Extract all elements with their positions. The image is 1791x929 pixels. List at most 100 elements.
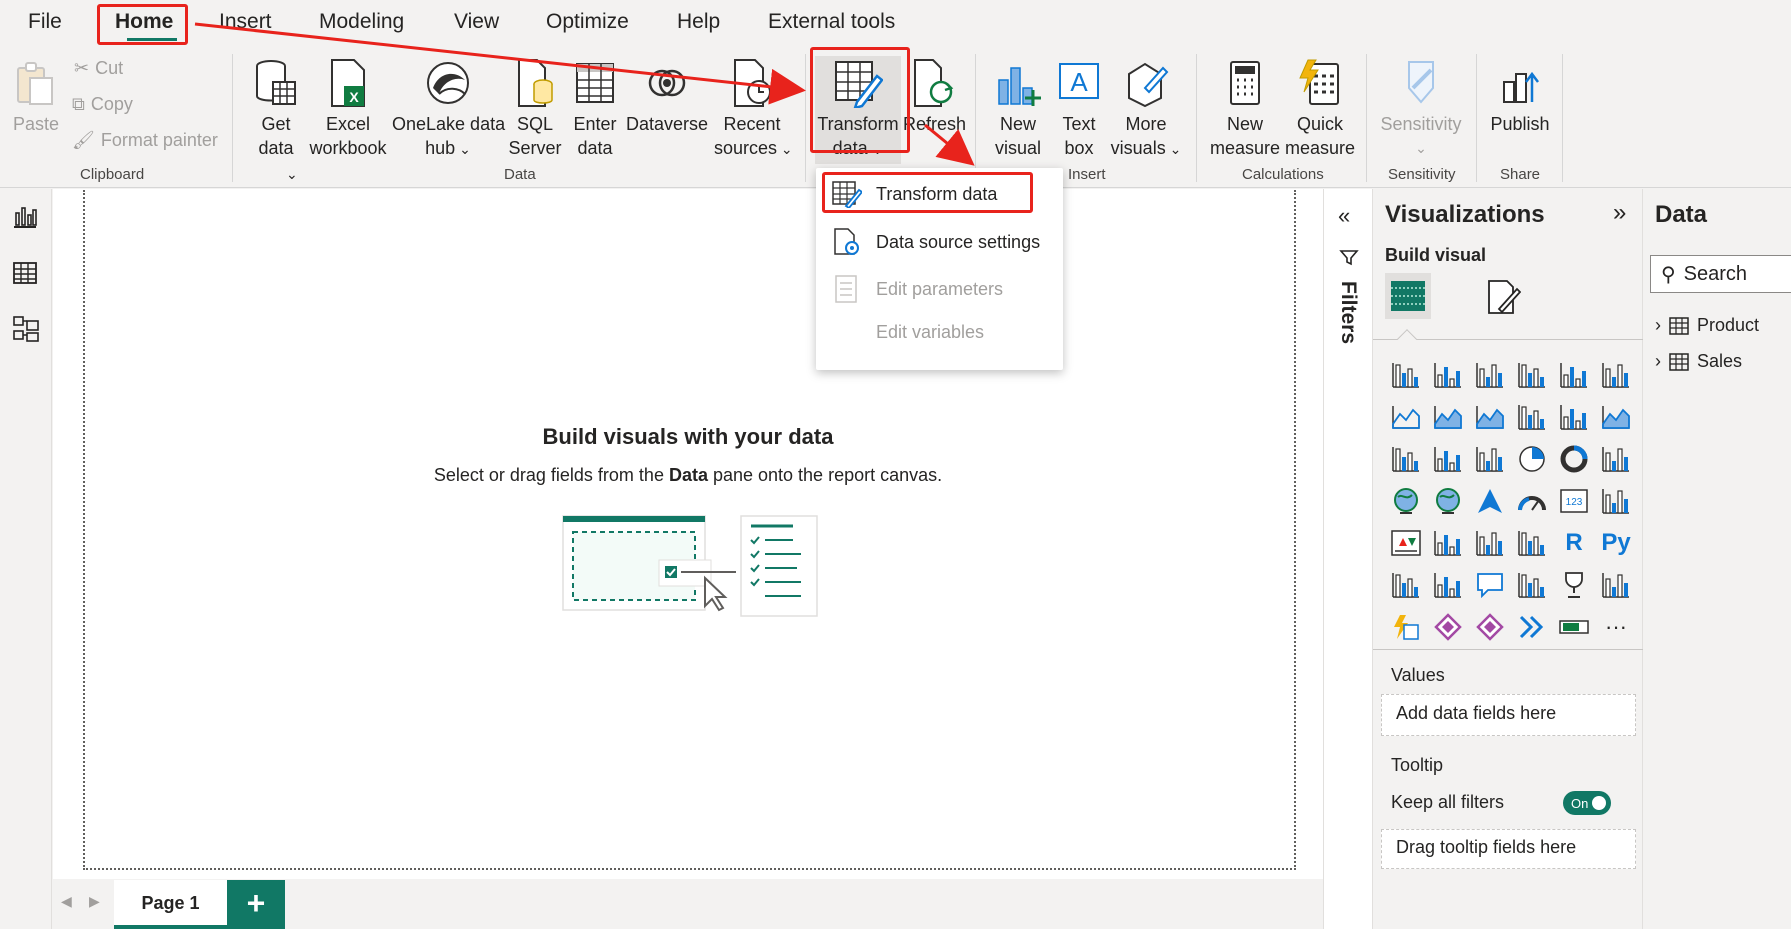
clustered-bar-chart-icon[interactable] (1469, 354, 1511, 396)
menu-view[interactable]: View (454, 10, 499, 34)
menu-optimize[interactable]: Optimize (546, 10, 629, 34)
line-chart-icon[interactable] (1385, 396, 1427, 438)
onelake-data-hub-button[interactable]: OneLake data hub ⌄ (392, 58, 505, 161)
clustered-column-chart-icon[interactable] (1511, 354, 1553, 396)
keep-filters-toggle[interactable]: On (1563, 791, 1611, 815)
treemap-icon[interactable] (1595, 438, 1637, 480)
format-painter-label: Format painter (100, 130, 218, 150)
data-search-input[interactable]: ⚲ Search (1650, 255, 1791, 293)
scatter-chart-icon[interactable] (1469, 438, 1511, 480)
table-product[interactable]: › Product (1655, 315, 1759, 336)
key-influencers-icon[interactable] (1385, 564, 1427, 606)
filled-map-icon[interactable] (1427, 480, 1469, 522)
add-page-button[interactable]: + (227, 880, 285, 929)
line-and-column-chart-icon[interactable] (1511, 396, 1553, 438)
ellipsis: ··· (1605, 614, 1627, 639)
model-view-icon[interactable] (12, 315, 40, 343)
r-visual-icon[interactable]: R (1553, 522, 1595, 564)
menu-insert[interactable]: Insert (219, 10, 272, 34)
r-letter: R (1565, 529, 1583, 556)
paste-button[interactable]: Paste (10, 60, 62, 136)
menu-home[interactable]: Home (115, 10, 173, 34)
onelake-icon (427, 62, 469, 104)
dataverse-button[interactable]: Dataverse (626, 58, 708, 136)
filters-pane-collapsed[interactable]: « Filters (1323, 189, 1373, 929)
map-icon[interactable] (1385, 480, 1427, 522)
sparkle-chevron-icon[interactable] (1511, 606, 1553, 648)
100-stacked-bar-chart-icon[interactable] (1553, 354, 1595, 396)
slider-visual-icon[interactable] (1553, 606, 1595, 648)
diamond-visual-icon[interactable] (1469, 606, 1511, 648)
matrix-icon[interactable] (1511, 522, 1553, 564)
recent-sources-button[interactable]: Recent sources ⌄ (714, 58, 793, 161)
format-visual-tab[interactable] (1485, 279, 1521, 315)
collapse-right-icon[interactable]: » (1613, 199, 1626, 227)
filters-label: Filters (1337, 281, 1360, 345)
table-sales[interactable]: › Sales (1655, 351, 1742, 372)
transform-data-button[interactable]: Transform data ⌄ (815, 56, 901, 164)
ribbon-separator (232, 54, 233, 182)
menu-file[interactable]: File (28, 10, 62, 34)
sql-server-button[interactable]: SQL Server (508, 58, 562, 160)
kpi-icon[interactable] (1385, 522, 1427, 564)
format-painter-button[interactable]: 🖌 Format painter (72, 130, 218, 151)
scroll-left-icon[interactable]: ◀ (61, 893, 72, 910)
waterfall-chart-icon[interactable] (1385, 438, 1427, 480)
power-automate-icon[interactable] (1385, 606, 1427, 648)
menu-help[interactable]: Help (677, 10, 720, 34)
python-visual-icon[interactable]: Py (1595, 522, 1637, 564)
excel-workbook-button[interactable]: X Excel workbook (308, 58, 388, 160)
new-measure-label-1: New (1226, 114, 1263, 134)
tooltip-well[interactable]: Drag tooltip fields here (1381, 829, 1636, 869)
new-measure-button[interactable]: New measure (1210, 58, 1280, 160)
pie-chart-icon[interactable] (1511, 438, 1553, 480)
table-view-icon[interactable] (12, 261, 38, 285)
line-and-clustered-column-chart-icon[interactable] (1553, 396, 1595, 438)
expand-left-icon[interactable]: « (1338, 203, 1350, 229)
text-box-button[interactable]: A Text box (1054, 58, 1104, 160)
more-visuals-button[interactable]: More visuals ⌄ (1108, 58, 1184, 161)
enter-data-button[interactable]: Enter data (570, 58, 620, 160)
menu-item-edit-variables[interactable]: Edit variables (876, 322, 984, 343)
values-well[interactable]: Add data fields here (1381, 694, 1636, 736)
100-stacked-column-chart-icon[interactable] (1595, 354, 1637, 396)
canvas-dotted-border (83, 190, 1296, 870)
ribbon-chart-icon[interactable] (1595, 396, 1637, 438)
donut-chart-icon[interactable] (1553, 438, 1595, 480)
publish-button[interactable]: Publish (1486, 58, 1554, 136)
quick-measure-button[interactable]: Quick measure (1284, 58, 1356, 160)
menu-item-data-source-settings[interactable]: Data source settings (832, 228, 1040, 256)
multi-row-card-icon[interactable] (1595, 480, 1637, 522)
build-visual-tab[interactable] (1385, 273, 1431, 319)
azure-map-icon[interactable] (1469, 480, 1511, 522)
stacked-bar-chart-icon[interactable] (1385, 354, 1427, 396)
slicer-icon[interactable] (1427, 522, 1469, 564)
table-icon[interactable] (1469, 522, 1511, 564)
menu-modeling[interactable]: Modeling (319, 10, 404, 34)
get-data-button[interactable]: Get data (246, 58, 306, 160)
smart-narrative-icon[interactable] (1511, 564, 1553, 606)
sensitivity-button[interactable]: Sensitivity ⌄ (1378, 58, 1464, 160)
new-visual-button[interactable]: New visual (990, 58, 1046, 160)
qna-icon[interactable] (1469, 564, 1511, 606)
menu-item-transform-data[interactable]: Transform data (832, 180, 997, 208)
more-visuals-icon[interactable]: ··· (1595, 606, 1637, 648)
copy-button[interactable]: ⧉ Copy (72, 94, 133, 115)
power-apps-icon[interactable] (1427, 606, 1469, 648)
area-chart-icon[interactable] (1427, 396, 1469, 438)
cut-button[interactable]: ✂ Cut (74, 58, 123, 79)
refresh-button[interactable]: Refresh (903, 58, 966, 136)
report-view-icon[interactable] (12, 205, 38, 229)
scroll-right-icon[interactable]: ▶ (89, 893, 100, 910)
card-icon[interactable]: 123 (1553, 480, 1595, 522)
gauge-icon[interactable] (1511, 480, 1553, 522)
paginated-report-icon[interactable] (1595, 564, 1637, 606)
menu-item-edit-parameters[interactable]: Edit parameters (832, 275, 1003, 303)
page-tab-page-1[interactable]: Page 1 (114, 880, 227, 929)
decomposition-tree-icon[interactable] (1427, 564, 1469, 606)
stacked-area-chart-icon[interactable] (1469, 396, 1511, 438)
funnel-icon[interactable] (1427, 438, 1469, 480)
metrics-icon[interactable] (1553, 564, 1595, 606)
menu-external-tools[interactable]: External tools (768, 10, 895, 34)
stacked-column-chart-icon[interactable] (1427, 354, 1469, 396)
